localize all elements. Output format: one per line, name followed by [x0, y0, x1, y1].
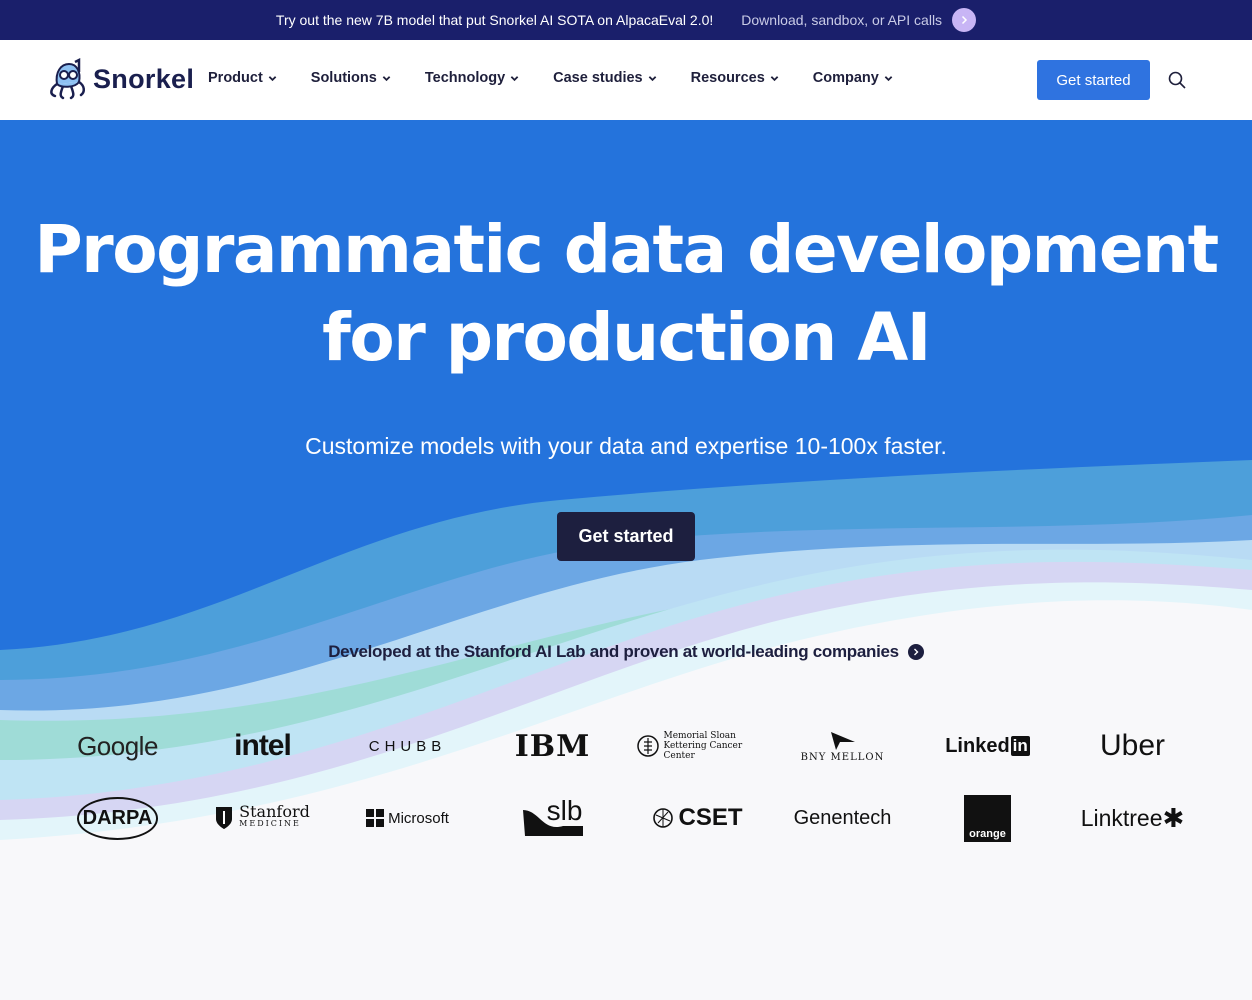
- logo-cset: CSET: [625, 788, 770, 848]
- nav-item-resources[interactable]: Resources: [691, 70, 779, 86]
- snorkel-logo[interactable]: Snorkel: [47, 58, 194, 100]
- announcement-message[interactable]: Try out the new 7B model that put Snorke…: [276, 12, 713, 28]
- ibm-logo-text: IBM: [514, 728, 591, 764]
- cset-globe-icon: [653, 808, 674, 828]
- hero-subtitle: Customize models with your data and expe…: [305, 433, 947, 459]
- chevron-down-icon: [648, 75, 656, 81]
- nav-item-label: Resources: [690, 70, 765, 86]
- nav-item-solutions[interactable]: Solutions: [311, 70, 391, 86]
- social-proof-text: Developed at the Stanford AI Lab and pro…: [328, 642, 899, 661]
- logo-row-2: DARPA Stanford MEDICINE Microsoft slb CS…: [45, 782, 1205, 854]
- orange-square: orange: [964, 794, 1011, 842]
- logo-linktree: Linktree ✱: [1060, 788, 1205, 848]
- logo-ibm: IBM: [480, 716, 625, 776]
- logo-text: Snorkel: [93, 63, 195, 94]
- logo-google: Google: [45, 716, 190, 776]
- nav-item-label: Technology: [424, 70, 506, 86]
- linkedin-in-badge: in: [1010, 736, 1030, 756]
- chevron-down-icon: [884, 75, 893, 81]
- logo-mskcc: Memorial Sloan Kettering Cancer Center: [625, 716, 770, 776]
- slb-logo-text: slb: [546, 795, 583, 826]
- bny-mellon-logo-text: BNY MELLON: [800, 751, 885, 763]
- chevron-down-icon: [382, 75, 391, 81]
- social-proof-link[interactable]: Developed at the Stanford AI Lab and pro…: [0, 642, 1252, 662]
- customer-logos: Google intel CHUBB IBM Memorial Sloan Ke…: [45, 710, 1205, 854]
- logo-darpa: DARPA: [45, 788, 190, 848]
- nav-item-company[interactable]: Company: [813, 70, 893, 86]
- logo-chubb: CHUBB: [335, 716, 480, 776]
- nav-menu: Product Solutions Technology Case studie…: [208, 70, 927, 86]
- mskcc-emblem-icon: [636, 735, 659, 757]
- nav-item-product[interactable]: Product: [208, 70, 277, 86]
- nav-item-label: Case studies: [553, 70, 643, 86]
- nav-item-label: Solutions: [310, 70, 377, 86]
- logo-intel: intel: [190, 716, 335, 776]
- google-logo-text: Google: [77, 730, 158, 761]
- chevron-down-icon: [770, 75, 779, 81]
- chevron-down-icon: [510, 75, 519, 81]
- nav-item-label: Company: [812, 70, 879, 86]
- uber-logo-text: Uber: [1099, 729, 1166, 762]
- nav-item-case-studies[interactable]: Case studies: [553, 70, 656, 86]
- hero-title-line1: Programmatic data development: [34, 211, 1219, 288]
- linkedin-logo-text: Linked: [945, 734, 1010, 757]
- hero-section: Programmatic data development for produc…: [0, 120, 1252, 1000]
- stanford-medicine-text: Stanford MEDICINE: [239, 802, 310, 830]
- stanford-text: Stanford: [239, 802, 310, 821]
- stanford-shield-icon: [216, 807, 233, 829]
- intel-logo-text: intel: [234, 729, 292, 762]
- announcement-arrow-icon[interactable]: [952, 8, 977, 32]
- darpa-logo-text: DARPA: [76, 796, 159, 840]
- genentech-logo-text: Genentech: [793, 806, 892, 829]
- mskcc-logo-text: Memorial Sloan Kettering Cancer Center: [663, 731, 743, 761]
- logo-genentech: Genentech: [770, 788, 915, 848]
- bny-mellon-arrow-icon: [830, 731, 855, 750]
- announcement-bar[interactable]: Try out the new 7B model that put Snorke…: [0, 0, 1252, 40]
- logo-linkedin: Linked in: [915, 716, 1060, 776]
- orange-logo-text: orange: [969, 827, 1006, 840]
- announcement-sub[interactable]: Download, sandbox, or API calls: [741, 12, 942, 28]
- microsoft-logo-text: Microsoft: [388, 809, 449, 827]
- chevron-right-icon: [907, 644, 924, 660]
- hero-get-started-button[interactable]: Get started: [557, 512, 695, 561]
- hero-title-line2: for production AI: [322, 299, 931, 376]
- logo-orange: orange: [915, 788, 1060, 848]
- logo-row-1: Google intel CHUBB IBM Memorial Sloan Ke…: [45, 710, 1205, 782]
- linktree-asterisk-icon: ✱: [1162, 802, 1185, 833]
- microsoft-squares-icon: [366, 809, 385, 827]
- main-nav: Snorkel Product Solutions Technology Cas…: [0, 40, 1252, 120]
- logo-uber: Uber: [1060, 716, 1205, 776]
- cset-logo-text: CSET: [678, 804, 743, 831]
- nav-item-technology[interactable]: Technology: [425, 70, 519, 86]
- nav-item-label: Product: [208, 70, 263, 86]
- chubb-logo-text: CHUBB: [368, 737, 447, 755]
- logo-slb: slb: [480, 788, 625, 848]
- logo-microsoft: Microsoft: [335, 788, 480, 848]
- octopus-logo-icon: [50, 58, 85, 100]
- logo-stanford-medicine: Stanford MEDICINE: [190, 788, 335, 848]
- linktree-logo-text: Linktree: [1080, 804, 1163, 831]
- medicine-text: MEDICINE: [239, 819, 301, 828]
- nav-get-started-button[interactable]: Get started: [1037, 60, 1150, 100]
- search-icon[interactable]: [1167, 70, 1187, 90]
- logo-bny-mellon: BNY MELLON: [770, 716, 915, 776]
- chevron-down-icon: [268, 75, 277, 81]
- hero-title: Programmatic data development for produc…: [0, 206, 1252, 382]
